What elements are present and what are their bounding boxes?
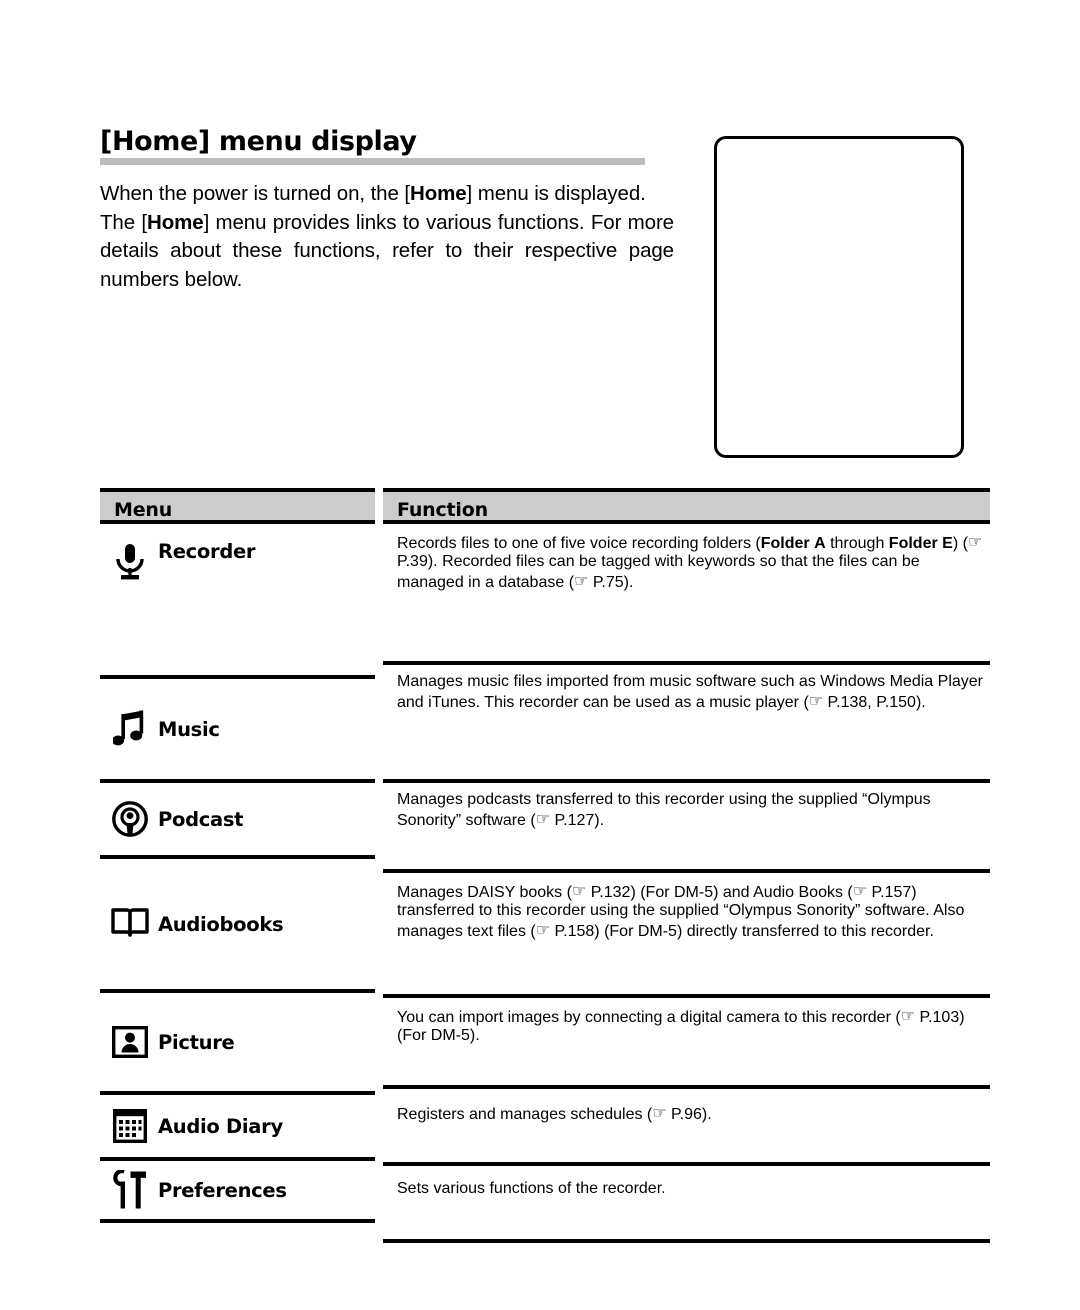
menu-item-label: Picture bbox=[158, 1030, 235, 1054]
microphone-icon bbox=[108, 540, 152, 584]
table-row[interactable]: Music bbox=[100, 679, 375, 783]
menu-function-table: Menu Function Recorder Music Podcast Aud… bbox=[100, 488, 990, 1243]
table-cell-function: Sets various functions of the recorder. bbox=[383, 1166, 990, 1243]
menu-item-label: Audio Diary bbox=[158, 1114, 283, 1138]
page-heading: [Home] menu display bbox=[100, 128, 648, 165]
table-cell-function: Records files to one of five voice recor… bbox=[383, 524, 990, 665]
intro-line-1: When the power is turned on, the [Home] … bbox=[100, 180, 674, 209]
intro-paragraph: When the power is turned on, the [Home] … bbox=[100, 180, 674, 294]
open-book-icon bbox=[108, 902, 152, 946]
table-row[interactable]: Podcast bbox=[100, 783, 375, 859]
wrench-hammer-icon bbox=[108, 1168, 152, 1212]
table-header-row: Menu Function bbox=[100, 488, 990, 524]
menu-item-label: Audiobooks bbox=[158, 912, 284, 936]
table-header-function-label: Function bbox=[397, 499, 488, 521]
home-menu-screenshot-placeholder bbox=[714, 136, 964, 458]
table-header-function-cell: Function bbox=[383, 488, 990, 524]
intro-line-1-part-a: When the power is turned on, the [ bbox=[100, 182, 410, 205]
function-line: You can import images by connecting a di… bbox=[397, 1009, 827, 1026]
function-line: Manages podcasts transferred to this rec… bbox=[397, 791, 794, 808]
table-row[interactable]: Picture bbox=[100, 993, 375, 1095]
menu-item-label: Podcast bbox=[158, 807, 244, 831]
function-line: (For DM-5) directly transferred to this … bbox=[604, 923, 934, 940]
table-header-menu-label: Menu bbox=[114, 499, 173, 521]
calendar-icon bbox=[108, 1104, 152, 1148]
table-row[interactable]: Audiobooks bbox=[100, 859, 375, 993]
table-row[interactable]: Preferences bbox=[100, 1161, 375, 1223]
table-header-menu-cell: Menu bbox=[100, 488, 375, 524]
function-column: Records files to one of five voice recor… bbox=[383, 524, 990, 1243]
page-title: [Home] menu display bbox=[100, 126, 417, 157]
function-line: (☞ P.75). bbox=[568, 571, 634, 591]
intro-line-2-bold: Home bbox=[147, 210, 204, 234]
table-cell-function: You can import images by connecting a di… bbox=[383, 998, 990, 1089]
document-page: [Home] menu display When the power is tu… bbox=[0, 0, 1080, 1310]
intro-line-2-part-a: The [ bbox=[100, 210, 147, 234]
table-cell-function: Manages podcasts transferred to this rec… bbox=[383, 783, 990, 873]
intro-line-1-bold: Home bbox=[409, 182, 467, 205]
table-cell-function: Registers and manages schedules (☞ P.96)… bbox=[383, 1089, 990, 1166]
function-line: Manages DAISY books (☞ P.132) (For DM-5)… bbox=[397, 881, 843, 901]
column-gap bbox=[375, 488, 383, 524]
menu-item-label: Recorder bbox=[158, 540, 256, 563]
intro-line-2-part-c: ] menu provides links to various functio… bbox=[203, 210, 585, 234]
music-note-icon bbox=[108, 707, 152, 751]
function-line: Sets various functions of the recorder. bbox=[397, 1180, 666, 1197]
function-line: Manages music files imported from music … bbox=[397, 673, 816, 690]
table-cell-function: Manages DAISY books (☞ P.132) (For DM-5)… bbox=[383, 873, 990, 998]
menu-column: Recorder Music Podcast Audiobooks Pictur… bbox=[100, 524, 375, 1223]
table-body: Recorder Music Podcast Audiobooks Pictur… bbox=[100, 524, 990, 1243]
picture-frame-icon bbox=[108, 1020, 152, 1064]
table-cell-function: Manages music files imported from music … bbox=[383, 665, 990, 783]
function-line: Records files to one of five voice recor… bbox=[397, 535, 810, 552]
intro-line-1-part-c: ] menu is displayed. bbox=[466, 182, 646, 205]
menu-item-label: Preferences bbox=[158, 1178, 287, 1202]
menu-item-label: Music bbox=[158, 717, 220, 741]
function-line: Registers and manages schedules (☞ P.96)… bbox=[397, 1103, 712, 1123]
podcast-icon bbox=[108, 797, 152, 841]
heading-underline-bar bbox=[100, 158, 645, 165]
function-line: as a music player (☞ P.138, P.150). bbox=[674, 691, 926, 711]
table-row[interactable]: Audio Diary bbox=[100, 1095, 375, 1161]
table-row[interactable]: Recorder bbox=[100, 524, 375, 679]
